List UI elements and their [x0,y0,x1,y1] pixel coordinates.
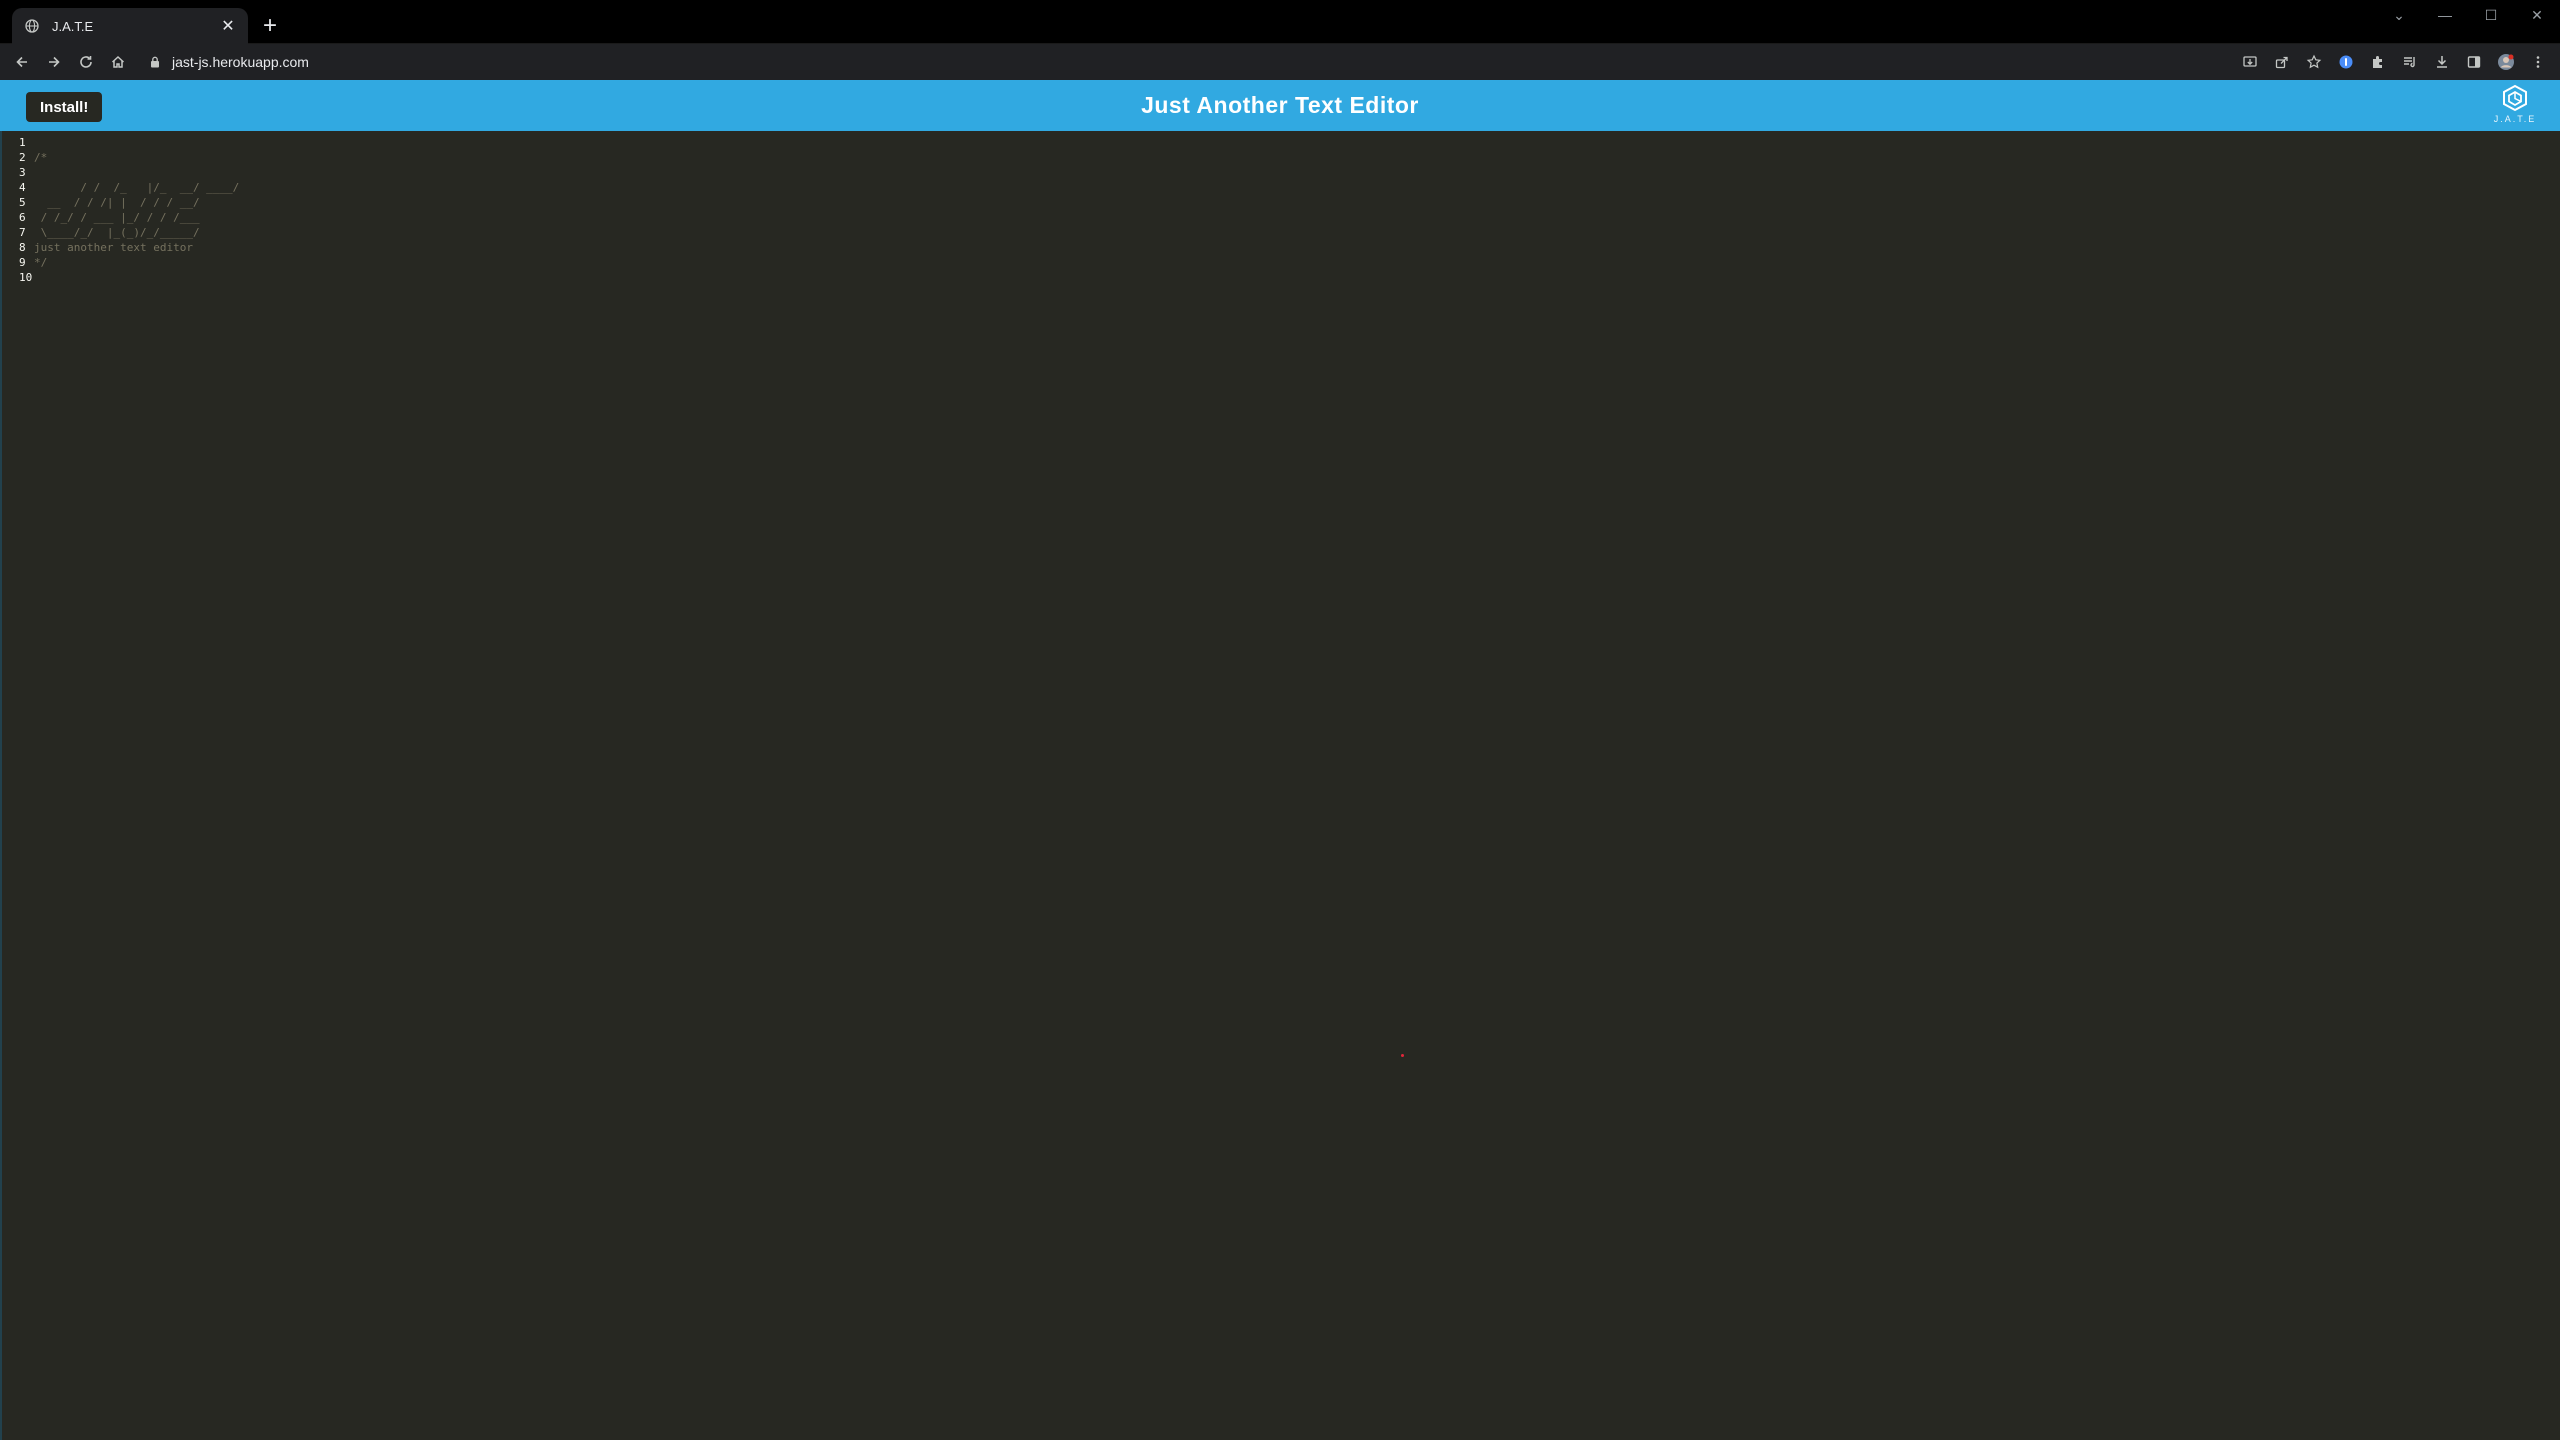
app-header: Install! Just Another Text Editor J.A.T.… [0,80,2560,131]
browser-tab-strip: J.A.T.E ✕ + ⌄ — ☐ ✕ [0,0,2560,44]
home-icon[interactable] [102,46,134,78]
code-line[interactable]: just another text editor [34,240,239,255]
code-line[interactable]: / /_/ / ___ |_/ / / /___ [34,210,239,225]
globe-icon [24,18,40,34]
window-controls: ⌄ — ☐ ✕ [2376,0,2560,30]
extensions-puzzle-icon[interactable] [2362,46,2394,78]
logo-icon [2503,84,2527,112]
code-line[interactable] [34,135,239,150]
forward-icon[interactable] [38,46,70,78]
reading-list-icon[interactable] [2394,46,2426,78]
line-number: 8 [19,241,26,254]
line-number: 9 [19,256,26,269]
mouse-pointer-dot [1401,1054,1404,1057]
browser-menu-icon[interactable] [2522,46,2554,78]
line-number: 4 [19,181,26,194]
code-line[interactable] [34,165,239,180]
line-number-gutter: 1 2 3 4 5 6 7 8 9 10 [0,135,32,285]
close-tab-icon[interactable]: ✕ [218,16,238,36]
jate-logo: J.A.T.E [2492,84,2538,128]
code-editor[interactable]: 1 2 3 4 5 6 7 8 9 10 /* / / /_ |/_ __/ _… [0,131,2560,1440]
line-number: 6 [19,211,26,224]
back-icon[interactable] [6,46,38,78]
reload-icon[interactable] [70,46,102,78]
share-icon[interactable] [2266,46,2298,78]
code-line[interactable]: \____/_/ |_(_)/_/_____/ [34,225,239,240]
code-content[interactable]: /* / / /_ |/_ __/ ____/ __ / / /| | / / … [34,135,239,285]
address-bar[interactable]: jast-js.herokuapp.com [148,47,309,77]
code-line[interactable]: __ / / /| | / / / __/ [34,195,239,210]
code-line[interactable]: /* [34,150,239,165]
line-number: 7 [19,226,26,239]
line-number: 5 [19,196,26,209]
tab-title: J.A.T.E [52,18,94,34]
window-edge [0,131,2,1440]
install-app-icon[interactable] [2234,46,2266,78]
bookmark-star-icon[interactable] [2298,46,2330,78]
side-panel-icon[interactable] [2458,46,2490,78]
downloads-icon[interactable] [2426,46,2458,78]
tab-search-icon[interactable]: ⌄ [2376,0,2422,30]
password-manager-icon[interactable] [2330,46,2362,78]
page-title: Just Another Text Editor [1141,92,1419,118]
line-number: 2 [19,151,26,164]
code-line[interactable] [34,270,239,285]
minimize-icon[interactable]: — [2422,0,2468,30]
new-tab-button[interactable]: + [258,14,282,38]
extensions-area [2234,46,2554,78]
browser-toolbar: jast-js.herokuapp.com [0,44,2560,80]
profile-avatar-icon[interactable] [2490,46,2522,78]
logo-text: J.A.T.E [2493,114,2537,124]
line-number: 10 [19,271,33,284]
url-text: jast-js.herokuapp.com [172,54,309,70]
code-line[interactable]: / / /_ |/_ __/ ____/ [34,180,239,195]
browser-tab[interactable]: J.A.T.E ✕ [12,8,248,44]
maximize-icon[interactable]: ☐ [2468,0,2514,30]
lock-icon[interactable] [148,55,162,69]
close-window-icon[interactable]: ✕ [2514,0,2560,30]
line-number: 1 [19,136,26,149]
code-line[interactable]: */ [34,255,239,270]
line-number: 3 [19,166,26,179]
